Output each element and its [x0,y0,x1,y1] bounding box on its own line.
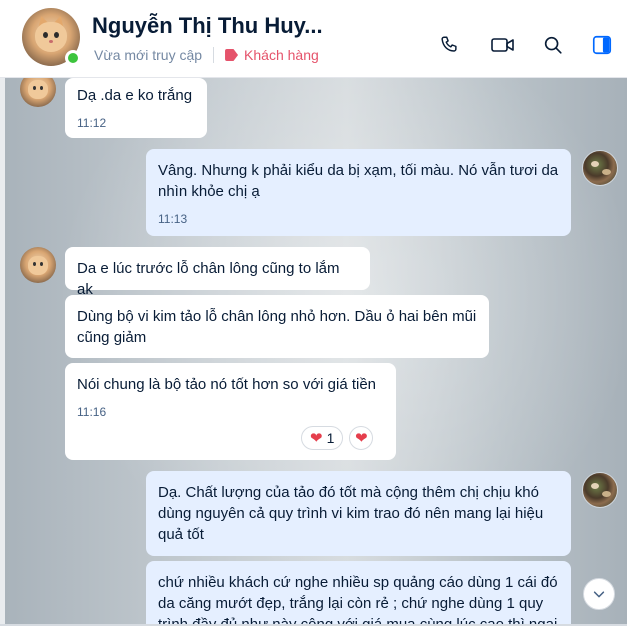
message-text: Da e lúc trước lỗ chân lông cũng to lắm … [77,260,340,298]
message-bubble[interactable]: chứ nhiều khách cứ nghe nhiều sp quảng c… [146,561,571,626]
tag-icon [225,49,239,61]
my-avatar-small[interactable] [582,150,618,186]
message-time: 11:13 [158,212,188,226]
scroll-to-bottom-button[interactable] [583,578,615,610]
customer-tag-label: Khách hàng [244,47,319,63]
message-text: Dùng bộ vi kim tảo lỗ chân lông nhỏ hơn.… [77,308,477,346]
phone-icon[interactable] [438,34,460,56]
heart-icon: ❤ [310,429,323,447]
divider [213,47,215,63]
last-seen-status: Vừa mới truy cập [94,47,203,63]
search-icon[interactable] [542,34,564,56]
reaction-summary[interactable]: ❤ 1 [301,426,344,450]
message-text: Vâng. Nhưng k phải kiểu da bị xạm, tối m… [158,162,559,200]
contact-avatar[interactable] [22,8,81,66]
contact-name[interactable]: Nguyễn Thị Thu Huy... [92,13,323,39]
contact-avatar-small[interactable] [20,78,56,107]
sidebar-toggle-icon[interactable] [591,34,613,56]
message-bubble[interactable]: Dạ. Chất lượng của tảo đó tốt mà cộng th… [146,471,571,556]
message-bubble[interactable]: Dùng bộ vi kim tảo lỗ chân lông nhỏ hơn.… [65,295,489,358]
online-status-dot [65,50,81,66]
message-text: chứ nhiều khách cứ nghe nhiều sp quảng c… [158,574,558,626]
message-bubble[interactable]: Dạ .da e ko trắng 11:12 [65,78,207,138]
reaction-count: 1 [326,430,335,446]
chevron-down-icon [593,591,605,598]
message-bubble[interactable]: Vâng. Nhưng k phải kiểu da bị xạm, tối m… [146,149,571,236]
message-bubble[interactable]: Da e lúc trước lỗ chân lông cũng to lắm … [65,247,370,298]
message-time: 11:16 [77,405,107,419]
contact-avatar-small[interactable] [20,247,56,283]
customer-tag[interactable]: Khách hàng [225,47,319,63]
message-reactions: ❤ 1 ❤ [301,426,374,450]
contact-status-line: Vừa mới truy cập Khách hàng [94,47,319,63]
message-text: Dạ .da e ko trắng [77,87,193,104]
conversation-area[interactable]: Dạ .da e ko trắng 11:12 Vâng. Nhưng k ph… [5,78,627,626]
video-call-icon[interactable] [490,34,516,56]
heart-icon: ❤ [355,429,368,447]
add-reaction-button[interactable]: ❤ [349,426,374,450]
chat-header: Nguyễn Thị Thu Huy... Vừa mới truy cập K… [0,0,627,78]
message-time: 11:12 [77,116,107,130]
my-avatar-small[interactable] [582,472,618,508]
message-text: Dạ. Chất lượng của tảo đó tốt mà cộng th… [158,484,544,543]
message-text: Nói chung là bộ tảo nó tốt hơn so với gi… [77,376,377,393]
